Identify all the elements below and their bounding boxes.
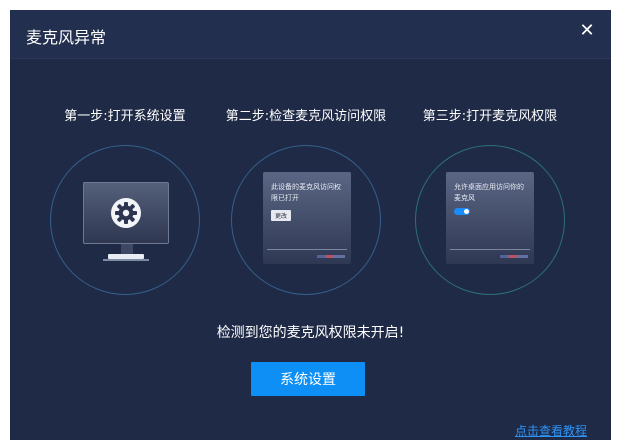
- step-2-change-button: 更改: [271, 210, 292, 221]
- card-decoration: [317, 255, 345, 258]
- title-bar: 麦克风异常 ✕: [10, 10, 611, 58]
- close-icon[interactable]: ✕: [577, 21, 597, 41]
- card-divider: [450, 249, 530, 250]
- step-2-label: 第二步:检查麦克风访问权限: [225, 109, 387, 124]
- step-3-card-text: 允许桌面应用访问你的麦克风: [454, 183, 524, 202]
- view-tutorial-link[interactable]: 点击查看教程: [515, 422, 587, 439]
- card-decoration: [500, 255, 528, 258]
- step-2-card-text: 此设备的麦克风访问权限已打开: [271, 183, 341, 202]
- monitor-settings-icon: [83, 182, 169, 261]
- monitor-neck: [121, 244, 133, 254]
- card-divider: [267, 249, 347, 250]
- step-1-label: 第一步:打开系统设置: [64, 109, 186, 124]
- monitor-screen: [83, 182, 169, 244]
- dialog-title: 麦克风异常: [26, 28, 107, 47]
- step-3-settings-card: 允许桌面应用访问你的麦克风: [446, 172, 534, 264]
- monitor-base: [103, 259, 149, 261]
- microphone-error-dialog: 麦克风异常 ✕ 第一步:打开系统设置 第二步:检查麦克风访问权限 第三步:打开麦…: [10, 10, 611, 440]
- step-3-label: 第三步:打开麦克风权限: [422, 109, 558, 124]
- microphone-toggle: [454, 208, 470, 215]
- gear-icon: [111, 198, 141, 228]
- title-divider: [10, 58, 611, 59]
- system-settings-button[interactable]: 系统设置: [251, 362, 365, 396]
- status-message: 检测到您的麦克风权限未开启!: [216, 325, 405, 341]
- step-2-settings-card: 此设备的麦克风访问权限已打开 更改: [263, 172, 351, 264]
